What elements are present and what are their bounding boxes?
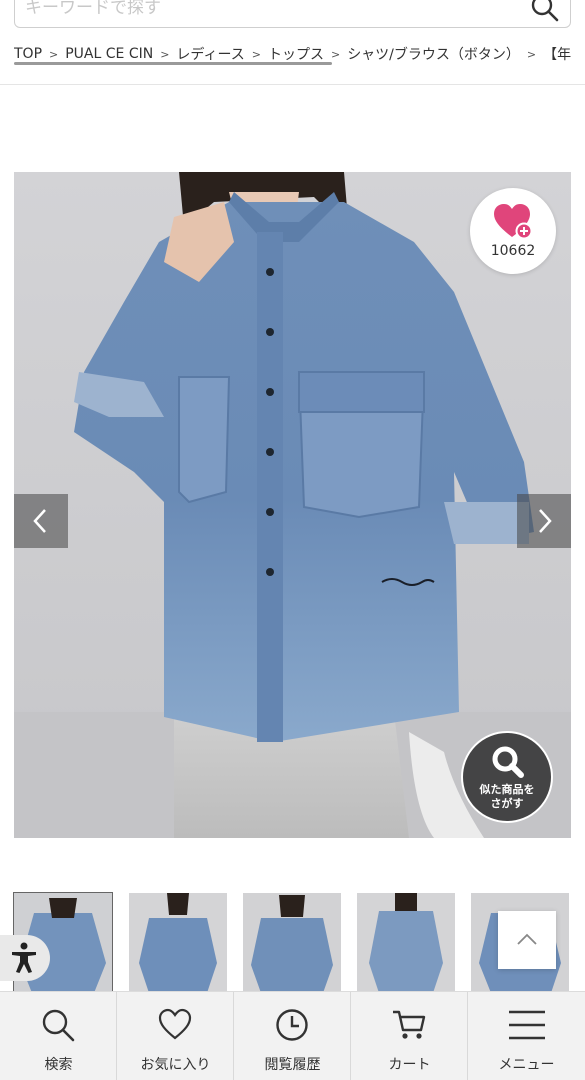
breadcrumb-item-tops[interactable]: トップス	[268, 44, 324, 64]
back-to-top-button[interactable]	[498, 911, 556, 969]
search-button[interactable]	[530, 0, 560, 23]
breadcrumb-item-ladies[interactable]: レディース	[176, 44, 244, 64]
carousel-prev-button[interactable]	[14, 494, 68, 548]
cart-icon	[393, 1010, 426, 1039]
nav-search-label: 検索	[44, 1057, 73, 1073]
breadcrumb-separator: >	[251, 47, 261, 61]
breadcrumb-item-brand[interactable]: PUAL CE CIN	[65, 46, 153, 62]
nav-favorites-label: お気に入り	[140, 1057, 211, 1073]
nav-history-label: 閲覧履歴	[264, 1057, 321, 1073]
nav-menu-label: メニュー	[498, 1057, 555, 1073]
breadcrumb-item-current: 【年	[543, 47, 572, 63]
find-similar-button[interactable]: 似た商品を さがす	[461, 731, 553, 823]
thumbnail-2[interactable]	[129, 893, 227, 993]
chevron-right-icon	[539, 509, 552, 533]
nav-menu[interactable]: メニュー	[468, 992, 585, 1080]
breadcrumb-scroll-indicator[interactable]	[14, 62, 332, 65]
nav-search[interactable]: 検索	[0, 992, 117, 1080]
breadcrumb-separator: >	[160, 47, 170, 61]
nav-history[interactable]: 閲覧履歴	[234, 992, 351, 1080]
nav-cart-label: カート	[388, 1057, 431, 1073]
breadcrumb-separator: >	[330, 47, 341, 61]
find-similar-label-line2: さがす	[490, 797, 524, 810]
bottom-navigation: 検索 お気に入り 閲覧履歴 カート メニュー	[0, 991, 585, 1080]
accessibility-button[interactable]	[0, 935, 50, 981]
find-similar-label: 似た商品を さがす	[463, 783, 551, 811]
carousel-next-button[interactable]	[517, 494, 571, 548]
menu-icon	[509, 1010, 545, 1040]
heart-icon	[158, 1008, 192, 1040]
breadcrumb-separator: >	[49, 47, 59, 61]
chevron-left-icon	[33, 509, 46, 533]
thumbnail-3[interactable]	[243, 893, 341, 993]
search-bar	[14, 0, 571, 28]
chevron-up-icon	[517, 933, 537, 945]
search-icon	[492, 746, 524, 778]
thumbnail-4[interactable]	[357, 893, 455, 993]
accessibility-icon	[12, 942, 36, 973]
clock-icon	[276, 1009, 308, 1041]
search-icon	[42, 1009, 75, 1042]
header-divider	[0, 84, 585, 85]
breadcrumb-item-top[interactable]: TOP	[14, 46, 42, 62]
heart-plus-icon	[494, 204, 533, 240]
nav-cart[interactable]: カート	[351, 992, 468, 1080]
favorite-button[interactable]: 10662	[470, 188, 556, 274]
favorite-count: 10662	[490, 243, 536, 259]
search-icon	[531, 0, 559, 22]
breadcrumb-separator: >	[526, 47, 537, 61]
nav-favorites[interactable]: お気に入り	[117, 992, 234, 1080]
breadcrumb-item-shirts[interactable]: シャツ/ブラウス（ボタン）	[347, 44, 520, 64]
find-similar-label-line1: 似た商品を	[479, 783, 535, 796]
search-input[interactable]	[25, 0, 505, 21]
